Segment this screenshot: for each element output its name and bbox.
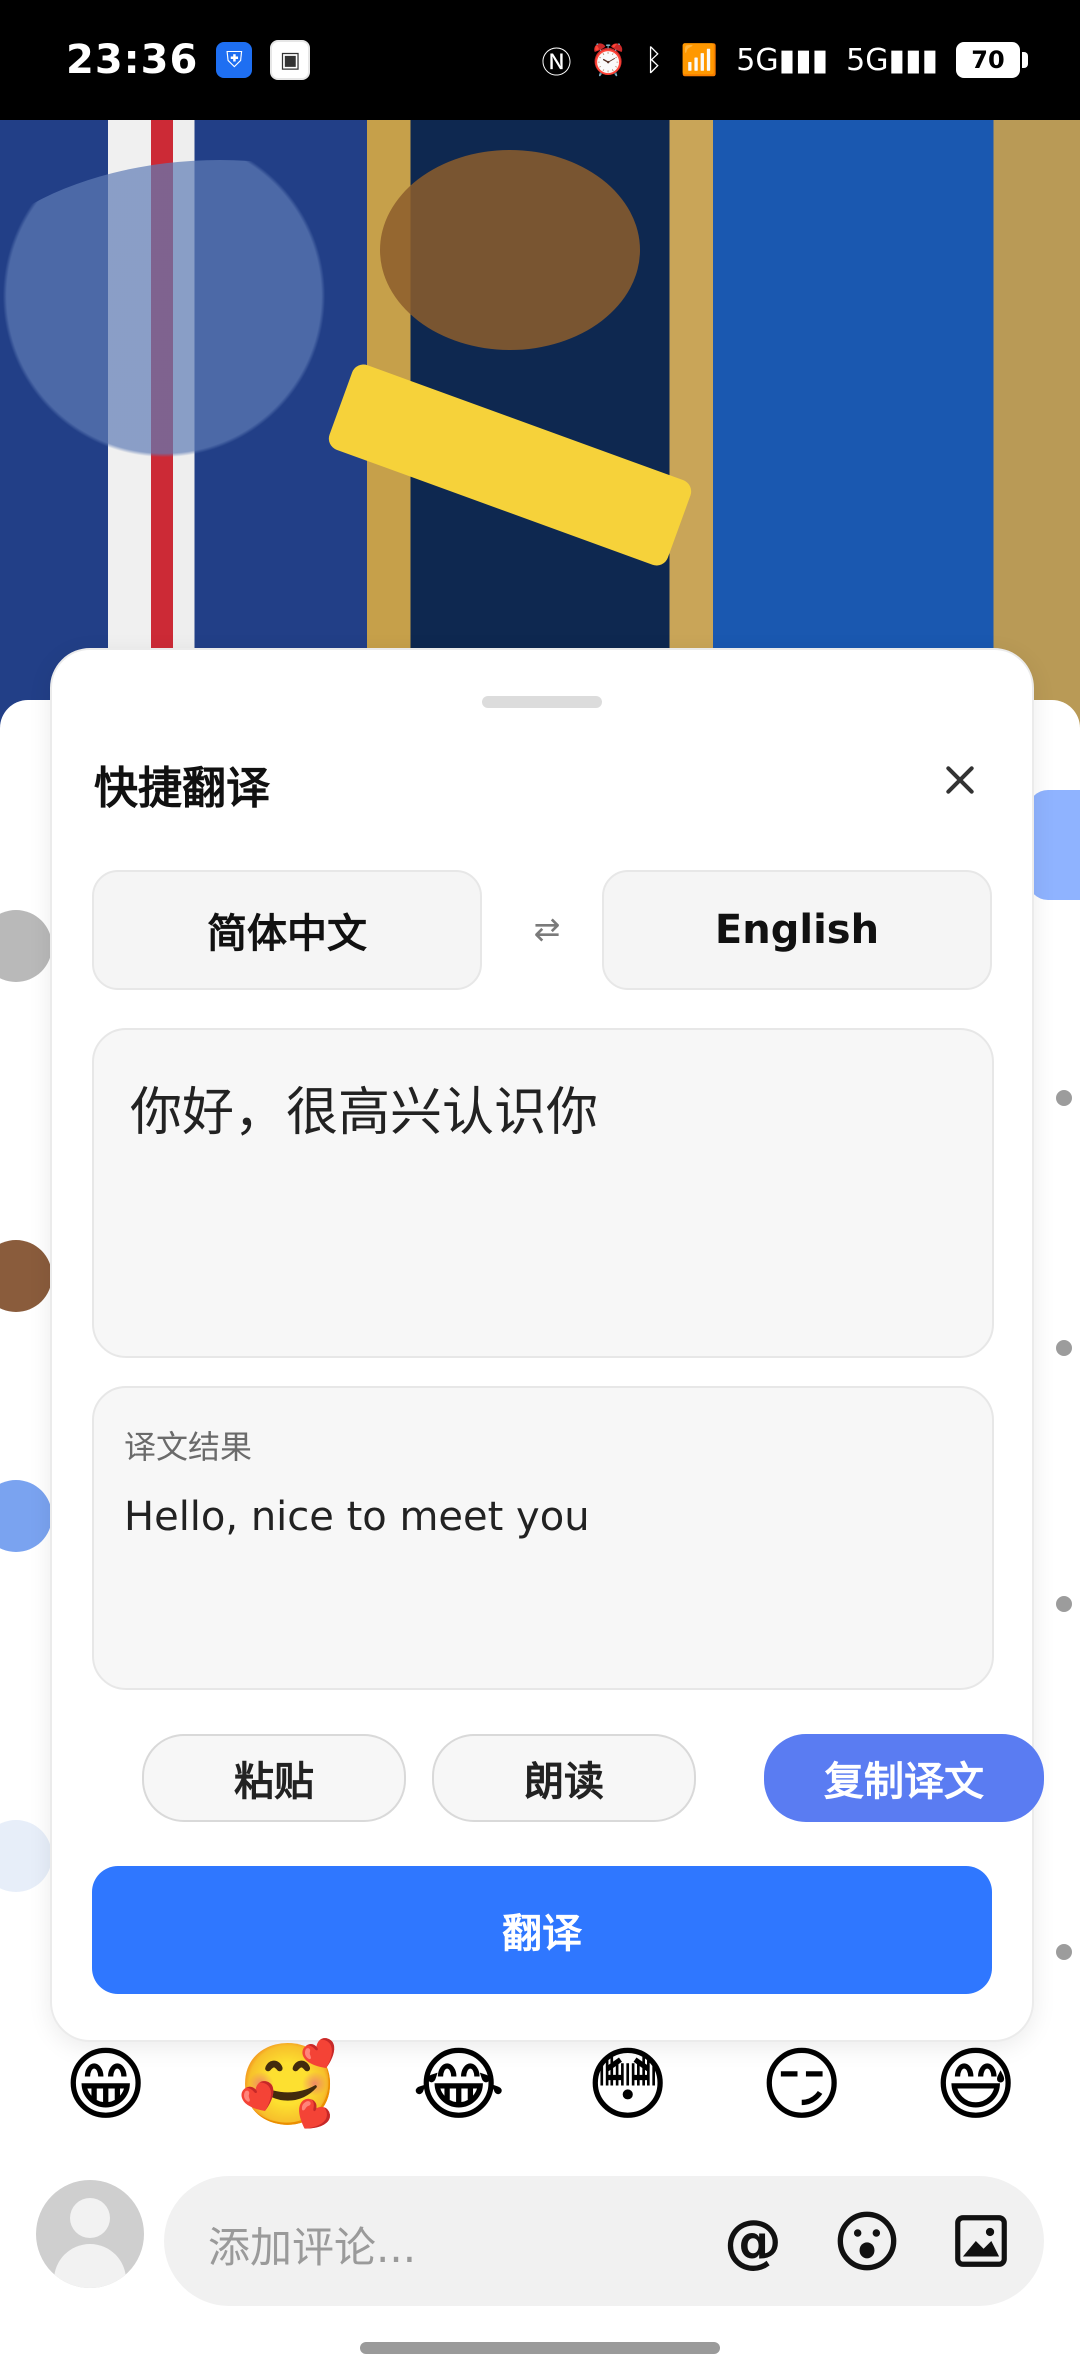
signal-5g-icon: 5G▮▮▮ [846,42,938,78]
target-language-button[interactable]: English [602,870,992,990]
result-label: 译文结果 [124,1428,253,1466]
gallery-app-icon: ▣ [270,40,311,80]
status-time: 23:36 [66,37,199,83]
translation-result-box: 译文结果 Hello, nice to meet you [92,1386,994,1690]
home-indicator[interactable] [360,2342,720,2354]
image-attach-icon[interactable] [948,2208,1014,2274]
modal-title: 快捷翻译 [94,763,270,814]
more-dot [1056,1340,1072,1356]
status-bar: 23:36 ⛨ ▣ Ⓝ ⏰ ᛒ 📶 5G▮▮▮ 5G▮▮▮ 70 [0,0,1080,120]
mention-icon[interactable]: @ [720,2207,786,2275]
result-text: Hello, nice to meet you [124,1494,590,1540]
emoji-sweat-smile[interactable]: 😅 [934,2040,1017,2130]
more-dot [1056,1944,1072,1960]
comment-input[interactable]: 添加评论... @ [164,2176,1044,2306]
battery-indicator: 70 [956,42,1028,78]
source-text-input[interactable]: 你好，很高兴认识你 [92,1028,994,1358]
bluetooth-icon: ᛒ [644,42,663,78]
alarm-icon: ⏰ [589,42,627,78]
read-aloud-button[interactable]: 朗读 [432,1734,696,1822]
status-left: 23:36 ⛨ ▣ [66,37,311,83]
translate-button[interactable]: 翻译 [92,1866,992,1994]
translate-floating-icon[interactable] [1028,790,1080,900]
source-text: 你好，很高兴认识你 [130,1083,599,1143]
more-dot [1056,1596,1072,1612]
quick-translate-modal: 快捷翻译 简体中文 ⇄ English 你好，很高兴认识你 译文结果 Hello… [50,648,1044,2042]
signal-5g-icon: 5G▮▮▮ [736,42,829,78]
emoji-quick-bar: 😁 🥰 😂 😳 😏 😅 [0,2040,1080,2130]
comment-placeholder: 添加评论... [208,2223,417,2272]
emoji-flushed[interactable]: 😳 [586,2040,669,2130]
comment-input-bar: 添加评论... @ [36,2176,1044,2306]
source-language-button[interactable]: 简体中文 [92,870,482,990]
emoji-grin[interactable]: 😁 [64,2040,147,2130]
emoji-tears-of-joy[interactable]: 😂 [412,2040,505,2130]
language-selector-row: 简体中文 ⇄ English [92,870,992,990]
close-button[interactable] [930,750,990,810]
copy-translation-button[interactable]: 复制译文 [764,1734,1044,1822]
nfc-icon: Ⓝ [541,46,572,81]
swap-languages-icon[interactable]: ⇄ [522,904,572,954]
shield-app-icon: ⛨ [216,42,253,78]
drag-handle[interactable] [482,696,602,708]
more-dot [1056,1090,1072,1106]
wifi-icon: 📶 [680,42,719,78]
emoji-picker-icon[interactable] [834,2208,900,2274]
paste-button[interactable]: 粘贴 [142,1734,406,1822]
user-avatar[interactable] [36,2180,144,2288]
emoji-smirk[interactable]: 😏 [760,2040,843,2130]
close-icon [946,766,974,794]
emoji-smiling-hearts[interactable]: 🥰 [238,2040,338,2130]
status-right: Ⓝ ⏰ ᛒ 📶 5G▮▮▮ 5G▮▮▮ 70 [541,42,1028,81]
action-buttons: 粘贴 朗读 复制译文 [92,1734,1044,1822]
